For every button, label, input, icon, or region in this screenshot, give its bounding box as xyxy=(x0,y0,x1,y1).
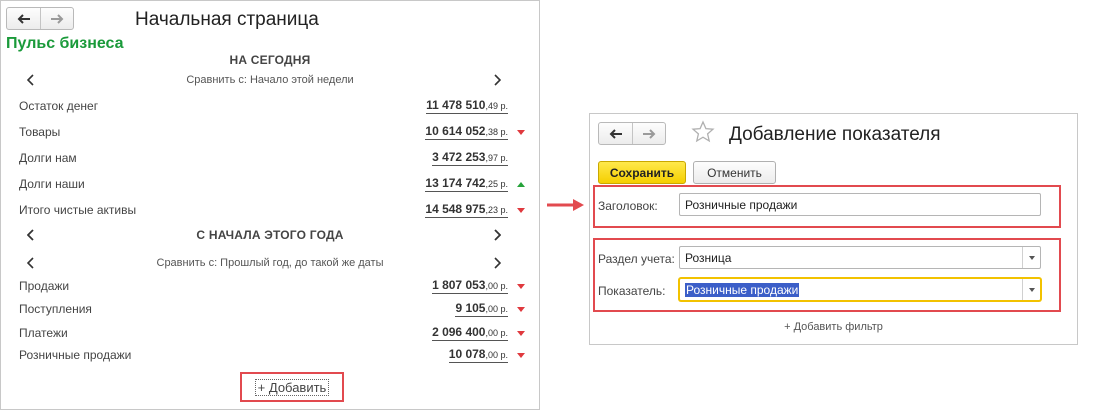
dialog-title: Добавление показателя xyxy=(729,124,941,145)
metric-row: Долги наши 13 174 742,25 р. xyxy=(0,175,540,195)
arrow-left-icon xyxy=(609,128,622,139)
metric-row: Остаток денег 11 478 510,49 р. xyxy=(0,97,540,117)
star-icon[interactable] xyxy=(691,120,715,144)
arrow-left-icon xyxy=(17,13,30,24)
heading-input[interactable]: Розничные продажи xyxy=(679,193,1041,216)
metric-value[interactable]: 11 478 510,49 р. xyxy=(426,98,508,114)
metric-label: Продажи xyxy=(19,279,70,293)
add-filter-link[interactable]: + Добавить фильтр xyxy=(589,321,1078,333)
trend-down-icon xyxy=(517,307,525,312)
dialog-back-button[interactable] xyxy=(599,123,632,144)
metric-row: Товары 10 614 052,38 р. xyxy=(0,123,540,143)
section-year-heading: С НАЧАЛА ЭТОГО ГОДА xyxy=(196,228,344,242)
back-button[interactable] xyxy=(7,8,40,29)
add-indicator-button[interactable]: + Добавить xyxy=(254,378,330,396)
metric-value[interactable]: 14 548 975,23 р. xyxy=(425,202,508,218)
section-select[interactable]: Розница xyxy=(679,246,1041,269)
save-button[interactable]: Сохранить xyxy=(598,161,686,184)
trend-down-icon xyxy=(517,353,525,358)
metric-label: Долги нам xyxy=(19,151,77,165)
metric-row: Поступления 9 105,00 р. xyxy=(0,300,540,320)
forward-button[interactable] xyxy=(40,8,73,29)
metric-row: Розничные продажи 10 078,00 р. xyxy=(0,346,540,366)
metric-value[interactable]: 9 105,00 р. xyxy=(455,301,508,317)
arrow-right-icon xyxy=(51,13,64,24)
today-next-button[interactable] xyxy=(490,73,504,87)
heading-label: Заголовок: xyxy=(598,199,658,213)
year-compare-text[interactable]: Сравнить с: Прошлый год, до такой же дат… xyxy=(0,257,540,269)
section-label: Раздел учета: xyxy=(598,252,675,266)
year-compare-next-button[interactable] xyxy=(490,256,504,270)
dialog-nav-buttons xyxy=(598,122,666,145)
metric-value[interactable]: 13 174 742,25 р. xyxy=(425,176,508,192)
arrow-right-icon xyxy=(643,128,656,139)
metric-value[interactable]: 3 472 253,97 р. xyxy=(432,150,508,166)
cancel-button[interactable]: Отменить xyxy=(693,161,776,184)
section-select-value: Розница xyxy=(685,251,732,265)
year-next-button[interactable] xyxy=(490,228,504,242)
metric-value[interactable]: 1 807 053,00 р. xyxy=(432,278,508,294)
metric-row: Долги нам 3 472 253,97 р. xyxy=(0,149,540,169)
indicator-label: Показатель: xyxy=(598,284,666,298)
metric-label: Поступления xyxy=(19,302,92,316)
brand-title: Пульс бизнеса xyxy=(6,35,124,52)
metric-label: Платежи xyxy=(19,326,68,340)
trend-up-icon xyxy=(517,182,525,187)
metric-label: Товары xyxy=(19,125,61,139)
dialog-forward-button[interactable] xyxy=(632,123,665,144)
section-today-heading: НА СЕГОДНЯ xyxy=(229,53,311,67)
today-compare-text[interactable]: Сравнить с: Начало этой недели xyxy=(0,74,540,86)
chevron-right-icon xyxy=(494,229,501,241)
metric-label: Остаток денег xyxy=(19,99,99,113)
page-title: Начальная страница xyxy=(135,9,319,30)
metric-label: Розничные продажи xyxy=(19,348,132,362)
chevron-right-icon xyxy=(494,257,501,269)
indicator-select[interactable]: Розничные продажи xyxy=(679,278,1041,301)
indicator-select-value: Розничные продажи xyxy=(685,283,800,297)
add-highlight-frame: + Добавить xyxy=(240,372,344,402)
trend-down-icon xyxy=(517,208,525,213)
trend-down-icon xyxy=(517,331,525,336)
chevron-right-icon xyxy=(494,74,501,86)
left-nav-buttons xyxy=(6,7,74,30)
red-arrow-icon xyxy=(547,199,584,211)
metric-row: Итого чистые активы 14 548 975,23 р. xyxy=(0,201,540,221)
chevron-down-icon[interactable] xyxy=(1022,247,1040,268)
metric-row: Продажи 1 807 053,00 р. xyxy=(0,277,540,297)
metric-value[interactable]: 10 614 052,38 р. xyxy=(425,124,508,140)
chevron-down-icon[interactable] xyxy=(1022,279,1040,300)
trend-down-icon xyxy=(517,130,525,135)
metric-value[interactable]: 2 096 400,00 р. xyxy=(432,325,508,341)
metric-label: Долги наши xyxy=(19,177,85,191)
metric-label: Итого чистые активы xyxy=(19,203,137,217)
metric-value[interactable]: 10 078,00 р. xyxy=(448,347,508,363)
metric-row: Платежи 2 096 400,00 р. xyxy=(0,324,540,344)
trend-down-icon xyxy=(517,284,525,289)
